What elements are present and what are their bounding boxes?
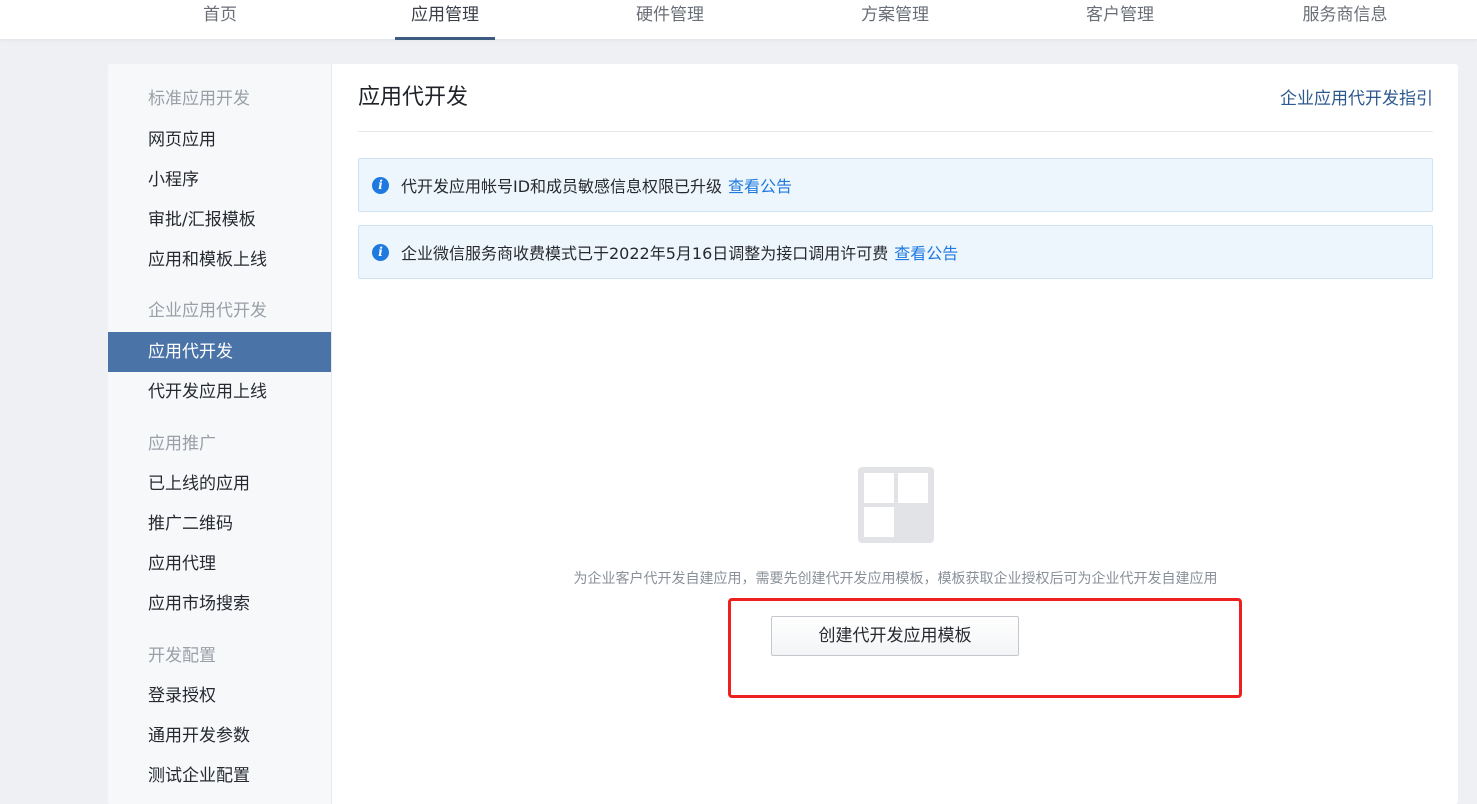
divider <box>358 131 1433 132</box>
template-grid-icon <box>858 467 934 543</box>
nav-tab-solution-management[interactable]: 方案管理 <box>815 0 975 40</box>
notice-banner: i 代开发应用帐号ID和成员敏感信息权限已升级 查看公告 <box>358 158 1433 212</box>
sidebar-item-dev-params[interactable]: 通用开发参数 <box>108 716 331 756</box>
nav-tab-provider-info[interactable]: 服务商信息 <box>1265 0 1425 40</box>
info-icon: i <box>372 176 389 194</box>
notice-link[interactable]: 查看公告 <box>894 240 958 264</box>
sidebar-group-title: 应用推广 <box>148 434 216 454</box>
page-title: 应用代开发 <box>358 85 469 110</box>
guide-link[interactable]: 企业应用代开发指引 <box>1280 86 1433 112</box>
sidebar-item-proxy-app-launch[interactable]: 代开发应用上线 <box>108 372 331 412</box>
notice-text: 企业微信服务商收费模式已于2022年5月16日调整为接口调用许可费 <box>401 244 889 263</box>
nav-tab-hardware-management[interactable]: 硬件管理 <box>590 0 750 40</box>
sidebar-item-launched-apps[interactable]: 已上线的应用 <box>108 464 331 504</box>
notice-banner: i 企业微信服务商收费模式已于2022年5月16日调整为接口调用许可费 查看公告 <box>358 225 1433 279</box>
grid-cell <box>898 473 928 503</box>
main-content: 应用代开发 企业应用代开发指引 i 代开发应用帐号ID和成员敏感信息权限已升级 … <box>358 64 1433 804</box>
sidebar-group-title: 企业应用代开发 <box>148 301 267 321</box>
notice-text: 代开发应用帐号ID和成员敏感信息权限已升级 <box>401 177 723 196</box>
create-template-button[interactable]: 创建代开发应用模板 <box>771 616 1019 656</box>
sidebar-item-test-corp-config[interactable]: 测试企业配置 <box>108 756 331 796</box>
nav-tab-home[interactable]: 首页 <box>140 0 300 40</box>
sidebar-item-mini-program[interactable]: 小程序 <box>108 160 331 200</box>
sidebar-item-promo-qrcode[interactable]: 推广二维码 <box>108 504 331 544</box>
sidebar-item-login-auth[interactable]: 登录授权 <box>108 676 331 716</box>
sidebar-item-web-app[interactable]: 网页应用 <box>108 120 331 160</box>
content-panel: 标准应用开发 网页应用 小程序 审批/汇报模板 应用和模板上线 企业应用代开发 … <box>108 64 1458 804</box>
info-icon: i <box>372 243 389 261</box>
empty-state-description: 为企业客户代开发自建应用，需要先创建代开发应用模板，模板获取企业授权后可为企业代… <box>573 571 1218 587</box>
sidebar-item-market-search[interactable]: 应用市场搜索 <box>108 584 331 624</box>
sidebar-item-app-agent[interactable]: 应用代理 <box>108 544 331 584</box>
grid-cell <box>864 473 894 503</box>
sidebar-item-app-template-launch[interactable]: 应用和模板上线 <box>108 240 331 280</box>
top-nav: 首页 应用管理 硬件管理 方案管理 客户管理 服务商信息 <box>0 0 1477 40</box>
sidebar-item-approval-template[interactable]: 审批/汇报模板 <box>108 200 331 240</box>
nav-tab-customer-management[interactable]: 客户管理 <box>1040 0 1200 40</box>
sidebar-group-title: 标准应用开发 <box>148 89 250 109</box>
sidebar: 标准应用开发 网页应用 小程序 审批/汇报模板 应用和模板上线 企业应用代开发 … <box>108 64 332 804</box>
nav-tab-app-management[interactable]: 应用管理 <box>365 0 525 40</box>
grid-cell <box>864 507 894 537</box>
sidebar-item-app-proxy-dev[interactable]: 应用代开发 <box>108 332 331 372</box>
sidebar-group-title: 开发配置 <box>148 646 216 666</box>
notice-link[interactable]: 查看公告 <box>728 173 792 197</box>
